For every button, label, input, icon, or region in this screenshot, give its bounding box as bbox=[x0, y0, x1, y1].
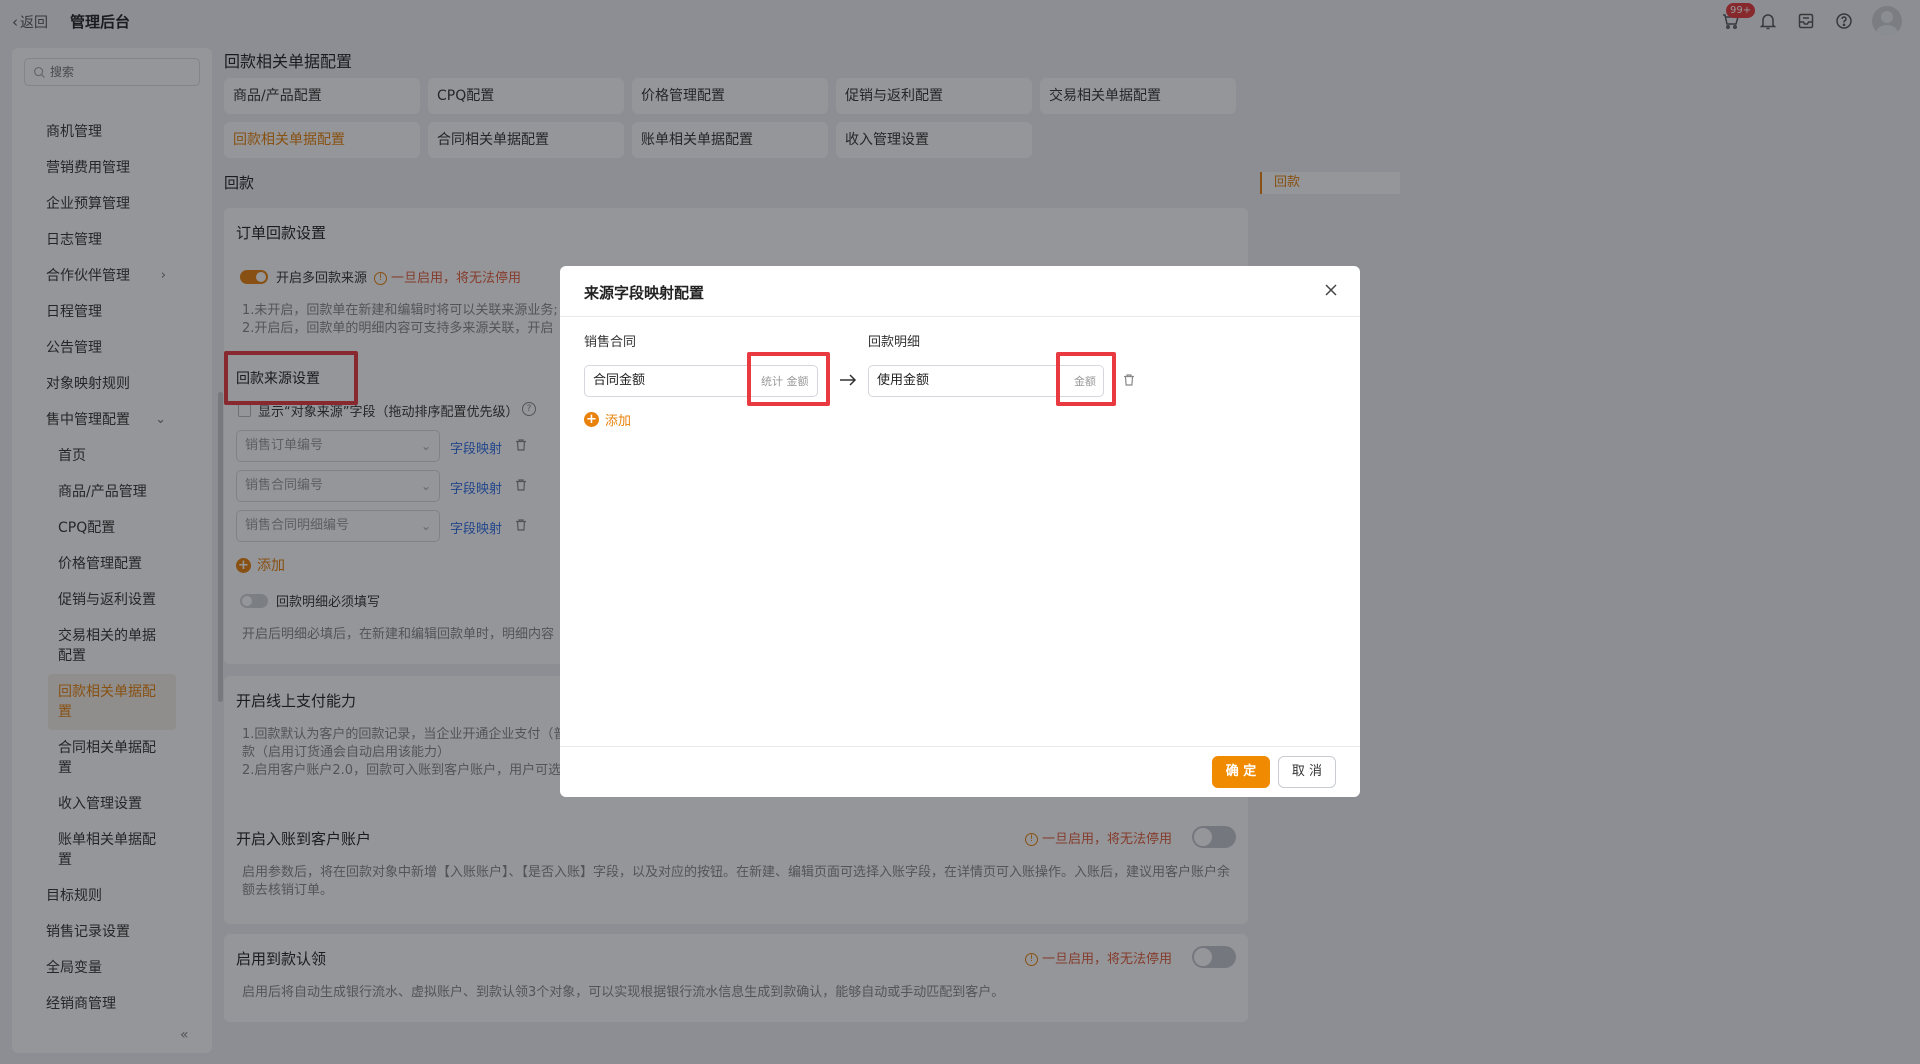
source-object-label: 销售合同 bbox=[584, 335, 637, 350]
arrow-right-icon bbox=[840, 374, 857, 386]
plus-icon: + bbox=[584, 412, 599, 427]
add-mapping-button[interactable]: + 添加 bbox=[584, 410, 631, 429]
trash-icon[interactable] bbox=[1122, 373, 1136, 387]
field-mapping-modal: 来源字段映射配置 销售合同 回款明细 合同金额 统计 金额 使用金额 金额 + 添… bbox=[560, 266, 1360, 797]
modal-divider bbox=[560, 316, 1360, 317]
confirm-button[interactable]: 确 定 bbox=[1212, 756, 1270, 788]
cancel-button[interactable]: 取 消 bbox=[1278, 756, 1336, 788]
modal-title: 来源字段映射配置 bbox=[584, 284, 705, 302]
modal-divider bbox=[560, 746, 1360, 747]
highlight-box bbox=[1056, 352, 1116, 406]
highlight-box bbox=[747, 352, 830, 406]
app-root: ‹ 返回 管理后台 99+ 商机管理 bbox=[0, 0, 1920, 1064]
target-object-label: 回款明细 bbox=[868, 335, 921, 350]
close-icon[interactable] bbox=[1322, 281, 1340, 299]
